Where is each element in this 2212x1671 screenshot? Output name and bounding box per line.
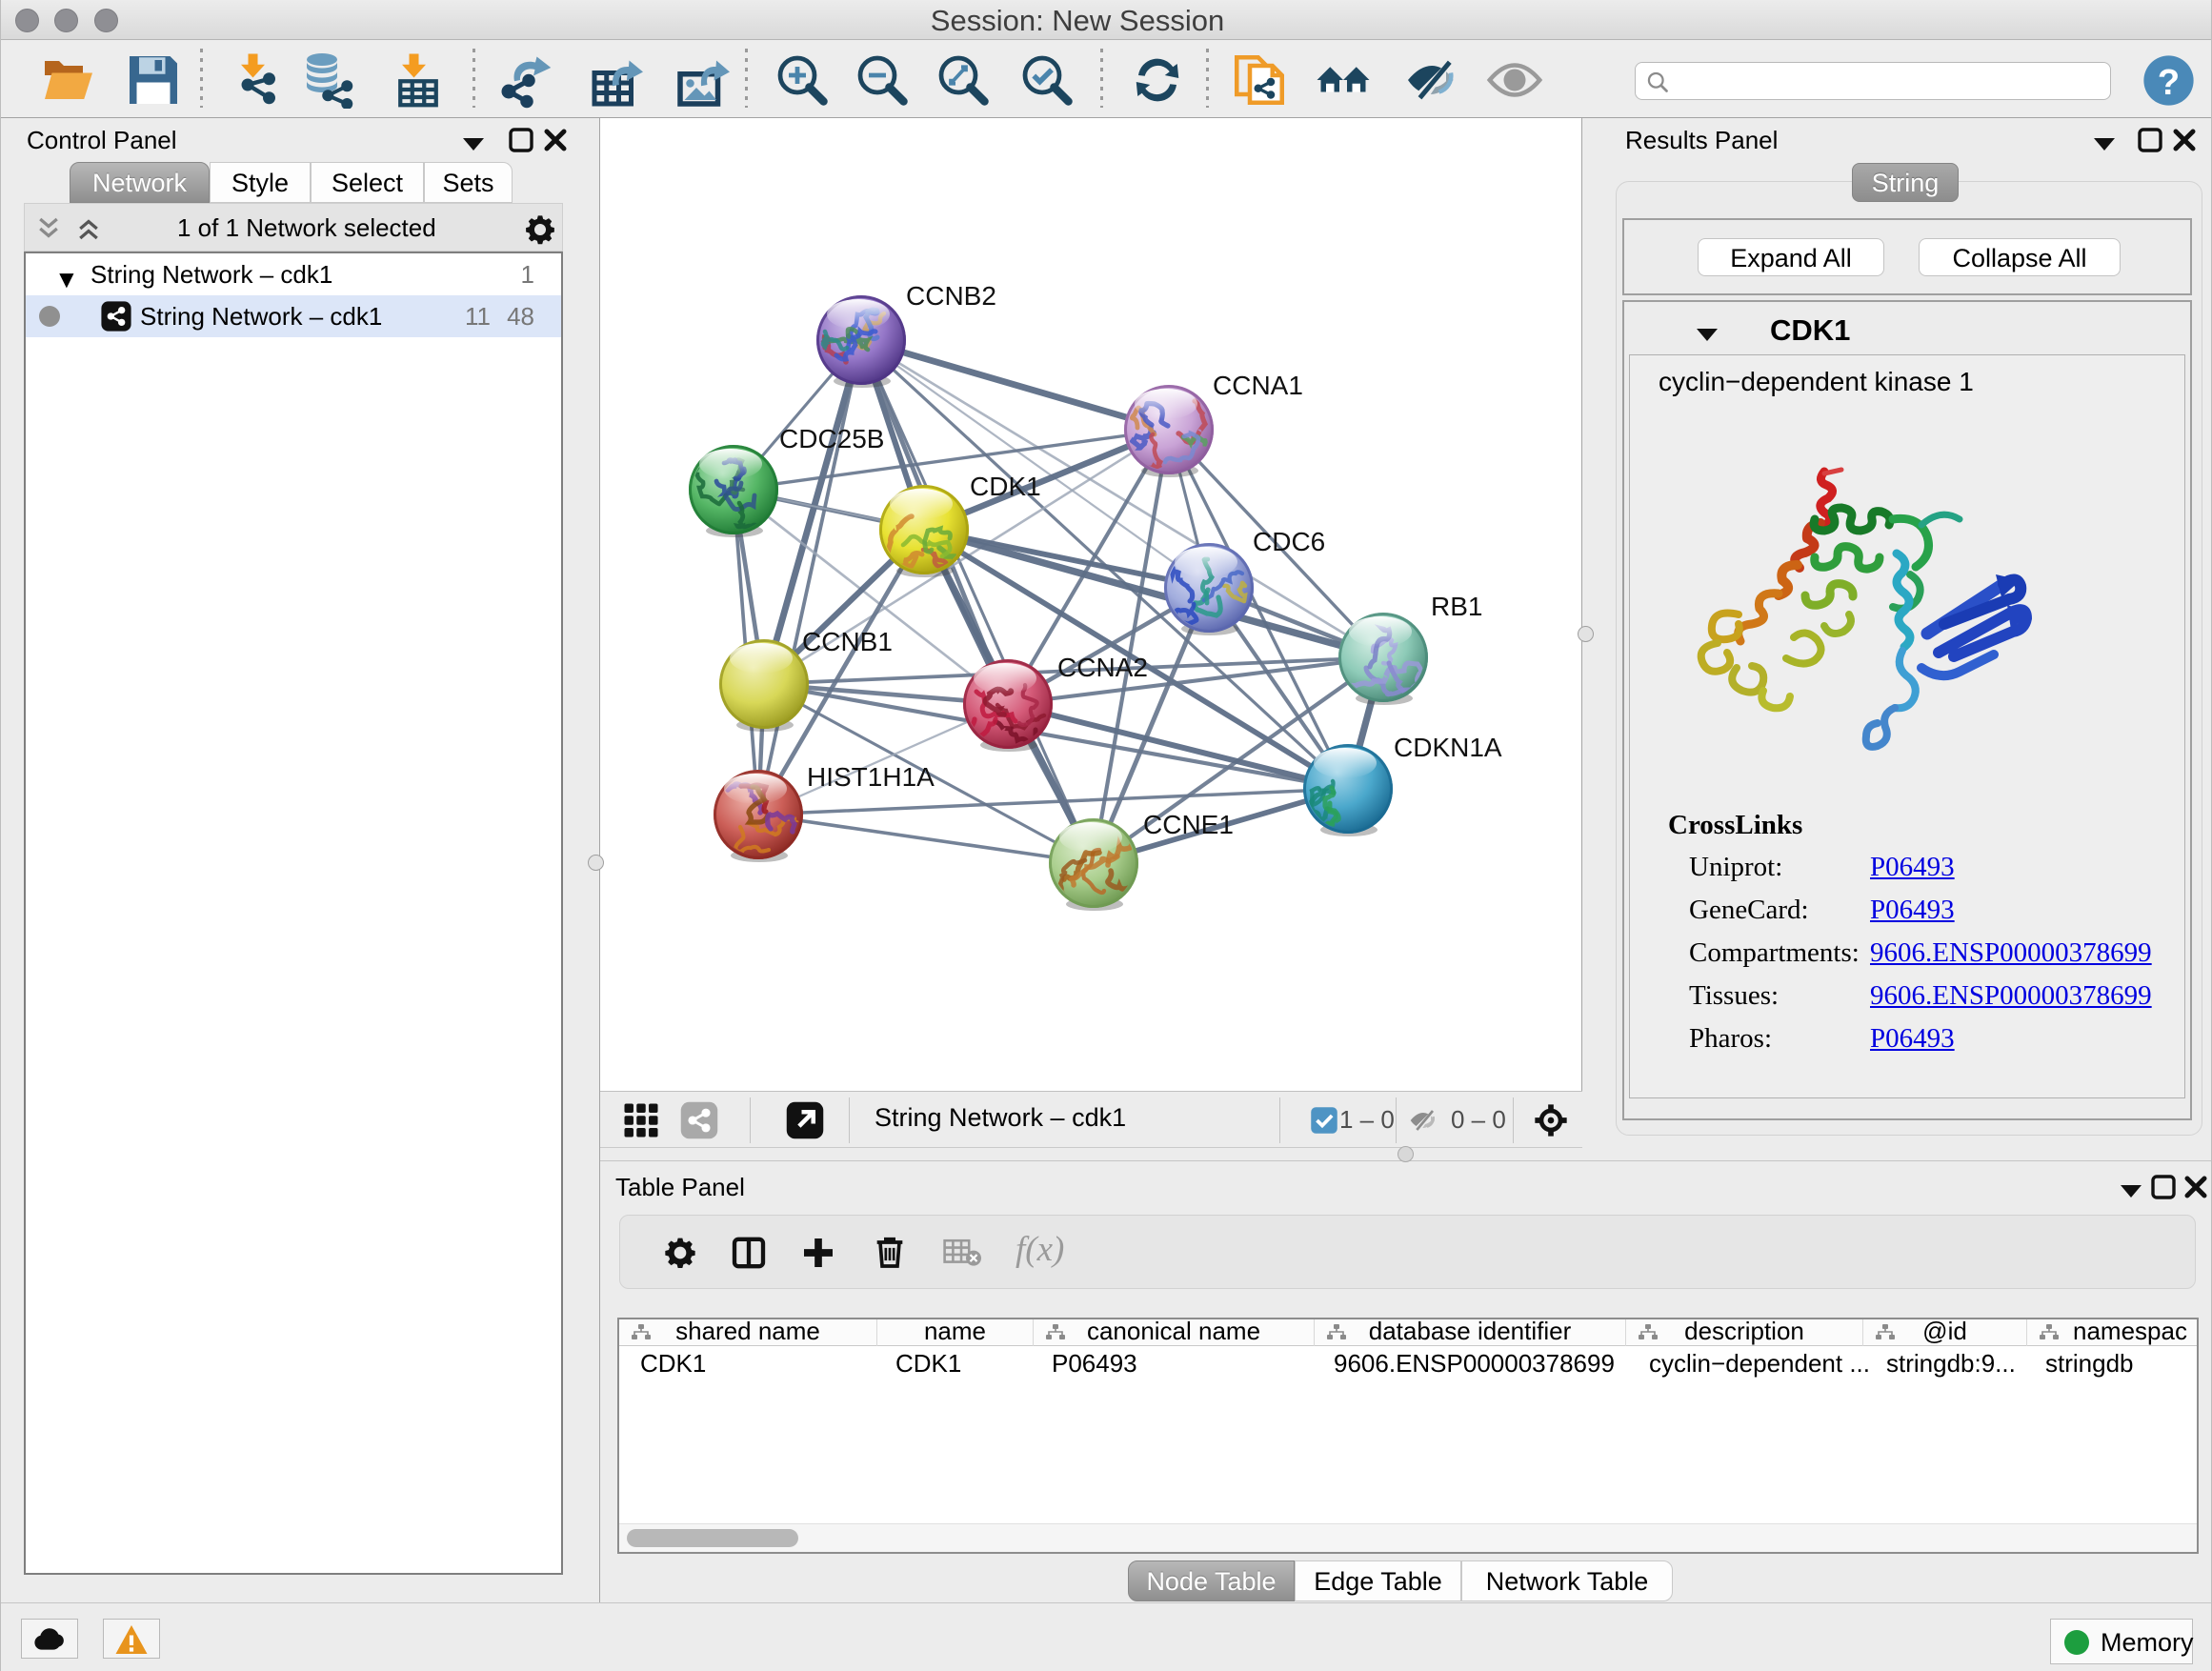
svg-text:CCNA1: CCNA1 bbox=[1213, 371, 1303, 400]
svg-text:CCNB1: CCNB1 bbox=[802, 627, 893, 656]
svg-text:HIST1H1A: HIST1H1A bbox=[807, 762, 935, 792]
svg-text:CCNE1: CCNE1 bbox=[1143, 810, 1234, 839]
svg-text:CCNA2: CCNA2 bbox=[1057, 653, 1148, 682]
svg-text:CDKN1A: CDKN1A bbox=[1394, 733, 1502, 762]
svg-text:CDK1: CDK1 bbox=[970, 472, 1041, 501]
svg-text:RB1: RB1 bbox=[1431, 592, 1482, 621]
svg-text:CDC6: CDC6 bbox=[1253, 527, 1325, 556]
svg-text:CCNB2: CCNB2 bbox=[906, 281, 996, 311]
svg-text:?: ? bbox=[2158, 63, 2180, 103]
svg-text:CDC25B: CDC25B bbox=[779, 424, 884, 453]
